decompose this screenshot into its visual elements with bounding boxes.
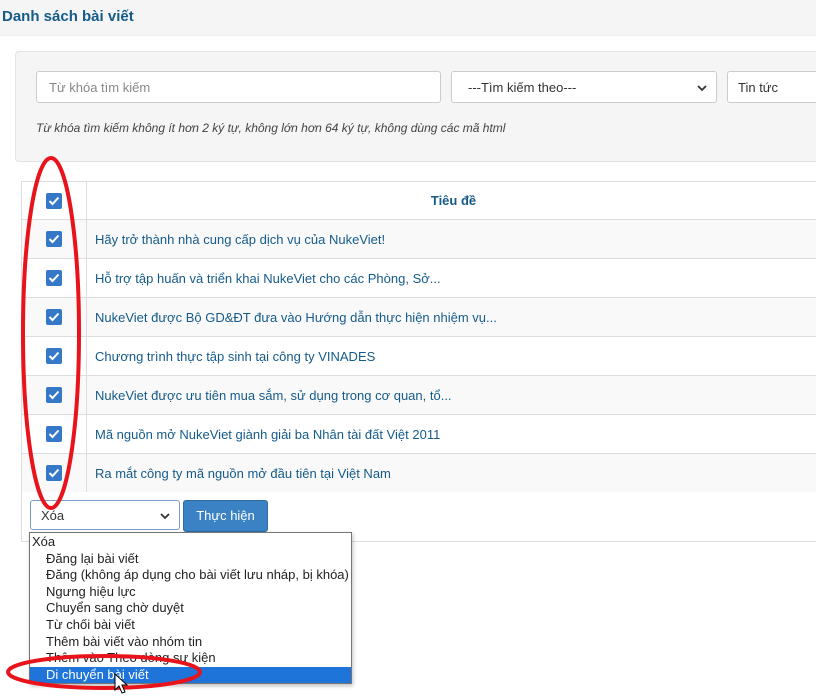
article-table: Tiêu đề Hãy trở thành nhà cung cấp dịch …	[21, 181, 816, 493]
search-by-select[interactable]: ---Tìm kiếm theo---	[451, 71, 717, 103]
row-checkbox[interactable]	[46, 270, 62, 287]
check-icon	[48, 430, 60, 439]
category-value: Tin tức	[738, 80, 779, 95]
article-title-link[interactable]: Hãy trở thành nhà cung cấp dịch vụ của N…	[86, 219, 816, 259]
row-checkbox[interactable]	[46, 309, 62, 326]
row-check-cell	[21, 414, 87, 454]
table-header-row: Tiêu đề	[21, 181, 816, 220]
check-icon	[48, 469, 60, 478]
search-by-value: ---Tìm kiếm theo---	[468, 80, 577, 95]
option-deactivate[interactable]: Ngưng hiệu lực	[30, 584, 351, 601]
article-title-link[interactable]: Ra mắt công ty mã nguồn mở đầu tiên tại …	[86, 453, 816, 493]
option-move-article[interactable]: Di chuyển bài viết	[30, 666, 351, 684]
row-check-cell	[21, 336, 87, 376]
run-action-button[interactable]: Thực hiện	[183, 500, 268, 532]
page-title: Danh sách bài viết	[0, 0, 816, 36]
article-title-link[interactable]: NukeViet được ưu tiên mua sắm, sử dụng t…	[86, 375, 816, 415]
search-panel: ---Tìm kiếm theo--- Tin tức Từ khóa tìm …	[15, 51, 816, 162]
option-delete[interactable]: Xóa	[30, 534, 351, 551]
option-reject[interactable]: Từ chối bài viết	[30, 617, 351, 634]
bulk-action-value: Xóa	[41, 508, 65, 523]
row-checkbox[interactable]	[46, 231, 62, 248]
table-row: Mã nguồn mở NukeViet giành giải ba Nhân …	[21, 414, 816, 454]
table-row: Hỗ trợ tập huấn và triển khai NukeViet c…	[21, 258, 816, 298]
option-republish[interactable]: Đăng lại bài viết	[30, 551, 351, 568]
article-title-link[interactable]: Mã nguồn mở NukeViet giành giải ba Nhân …	[86, 414, 816, 454]
row-check-cell	[21, 219, 87, 259]
check-icon	[48, 313, 60, 322]
option-add-to-group[interactable]: Thêm bài viết vào nhóm tin	[30, 634, 351, 651]
bulk-action-select[interactable]: Xóa	[30, 500, 180, 530]
search-input[interactable]	[36, 71, 441, 103]
option-move-to-pending[interactable]: Chuyển sang chờ duyệt	[30, 600, 351, 617]
article-title-link[interactable]: NukeViet được Bộ GD&ĐT đưa vào Hướng dẫn…	[86, 297, 816, 337]
row-check-cell	[21, 297, 87, 337]
bulk-action-dropdown: Xóa Đăng lại bài viết Đăng (không áp dụn…	[29, 532, 352, 684]
table-row: NukeViet được ưu tiên mua sắm, sử dụng t…	[21, 375, 816, 415]
row-checkbox[interactable]	[46, 465, 62, 482]
table-row: Hãy trở thành nhà cung cấp dịch vụ của N…	[21, 219, 816, 259]
table-row: Chương trình thực tập sinh tại công ty V…	[21, 336, 816, 376]
row-check-cell	[21, 453, 87, 493]
option-add-to-event-stream[interactable]: Thêm vào Theo dòng sự kiện	[30, 650, 351, 667]
table-row: NukeViet được Bộ GD&ĐT đưa vào Hướng dẫn…	[21, 297, 816, 337]
row-check-cell	[21, 375, 87, 415]
table-row: Ra mắt công ty mã nguồn mở đầu tiên tại …	[21, 453, 816, 493]
check-icon	[48, 196, 60, 206]
article-title-link[interactable]: Chương trình thực tập sinh tại công ty V…	[86, 336, 816, 376]
chevron-down-icon	[697, 85, 707, 92]
select-all-checkbox[interactable]	[46, 192, 62, 209]
check-icon	[48, 274, 60, 283]
check-icon	[48, 352, 60, 361]
header-title[interactable]: Tiêu đề	[86, 181, 816, 220]
category-select[interactable]: Tin tức	[727, 71, 816, 103]
search-hint: Từ khóa tìm kiếm không ít hơn 2 ký tự, k…	[36, 121, 506, 135]
check-icon	[48, 391, 60, 400]
row-checkbox[interactable]	[46, 426, 62, 443]
page: Danh sách bài viết ---Tìm kiếm theo--- T…	[0, 0, 816, 696]
chevron-down-icon	[160, 513, 170, 520]
check-icon	[48, 235, 60, 244]
option-publish[interactable]: Đăng (không áp dụng cho bài viết lưu nhá…	[30, 567, 351, 584]
row-check-cell	[21, 258, 87, 298]
article-title-link[interactable]: Hỗ trợ tập huấn và triển khai NukeViet c…	[86, 258, 816, 298]
row-checkbox[interactable]	[46, 348, 62, 365]
row-checkbox[interactable]	[46, 387, 62, 404]
header-check-cell	[21, 181, 87, 220]
